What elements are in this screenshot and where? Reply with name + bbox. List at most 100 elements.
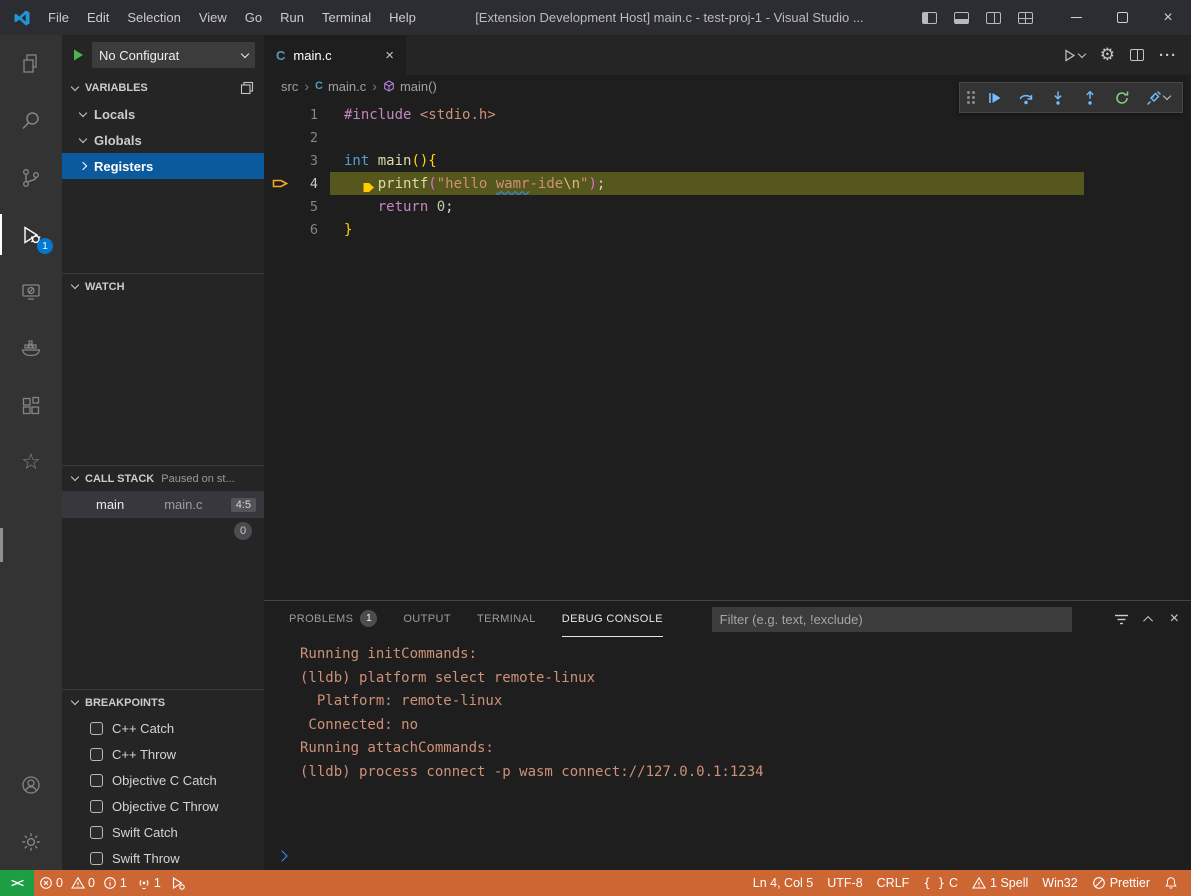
debug-config-dropdown[interactable]: No Configurat <box>92 42 255 68</box>
remote-explorer-icon[interactable] <box>0 263 62 320</box>
continue-button[interactable] <box>981 85 1007 111</box>
breakpoint-item[interactable]: Swift Throw <box>62 845 264 870</box>
circle-slash-icon <box>1092 876 1106 890</box>
tab-problems[interactable]: PROBLEMS 1 <box>289 601 377 637</box>
run-and-debug-icon[interactable]: 1 <box>0 206 62 263</box>
tab-terminal[interactable]: TERMINAL <box>477 601 536 637</box>
breakpoint-checkbox[interactable] <box>90 748 103 761</box>
menu-go[interactable]: Go <box>236 0 271 35</box>
code-editor[interactable]: 1#include <stdio.h>23int main(){4 printf… <box>264 97 1191 600</box>
spell-checker-status[interactable]: 1 Spell <box>965 870 1035 896</box>
menu-bar: FileEditSelectionViewGoRunTerminalHelp <box>39 0 425 35</box>
debug-status[interactable] <box>166 870 190 896</box>
inline-breakpoint-icon[interactable] <box>362 181 375 194</box>
favorites-star-icon[interactable]: ☆ <box>0 434 62 491</box>
filter-lines-icon[interactable] <box>1114 613 1129 626</box>
source-control-icon[interactable] <box>0 149 62 206</box>
variables-scope-registers[interactable]: Registers <box>62 153 264 179</box>
tab-output[interactable]: OUTPUT <box>403 601 451 637</box>
accounts-icon[interactable] <box>0 756 62 813</box>
debug-console-input[interactable] <box>264 842 1191 870</box>
notifications-bell-icon[interactable] <box>1157 870 1185 896</box>
console-line: (lldb) platform select remote-linux <box>300 667 1191 691</box>
editor-gear-icon[interactable]: ⚙ <box>1100 47 1115 64</box>
variables-scope-globals[interactable]: Globals <box>62 127 264 153</box>
breakpoint-item[interactable]: Swift Catch <box>62 819 264 845</box>
breakpoint-item[interactable]: Objective C Catch <box>62 767 264 793</box>
line-content: printf("hello wamr-ide\n"); <box>318 176 605 192</box>
explorer-icon[interactable] <box>0 35 62 92</box>
line-number: 3 <box>296 153 318 169</box>
stack-frame-row[interactable]: main main.c 4:5 <box>62 491 264 518</box>
call-stack-section-header[interactable]: CALL STACK Paused on st... <box>62 465 264 491</box>
close-button[interactable]: × <box>1145 0 1191 35</box>
status-bar: >< 0 0 1 1 Ln 4, Col 5 UTF-8 CRLF { } C … <box>0 870 1191 896</box>
collapse-all-icon[interactable] <box>240 81 254 95</box>
variables-scope-locals[interactable]: Locals <box>62 101 264 127</box>
platform-indicator[interactable]: Win32 <box>1035 870 1084 896</box>
maximize-button[interactable] <box>1099 0 1145 35</box>
activity-bar-scrollbar[interactable] <box>0 528 3 562</box>
breakpoint-checkbox[interactable] <box>90 774 103 787</box>
remote-indicator[interactable]: >< <box>0 870 34 896</box>
tab-main-c[interactable]: C main.c × <box>264 35 406 75</box>
breadcrumb-src[interactable]: src <box>281 79 298 94</box>
start-debug-icon[interactable] <box>71 48 85 62</box>
minimize-button[interactable] <box>1053 0 1099 35</box>
breakpoint-item[interactable]: C++ Throw <box>62 741 264 767</box>
watch-section-header[interactable]: WATCH <box>62 273 264 299</box>
console-line: (lldb) process connect -p wasm connect:/… <box>300 761 1191 785</box>
toggle-sidebar-icon[interactable] <box>922 12 937 24</box>
current-frame-pointer-icon[interactable] <box>264 177 296 190</box>
variables-section-header[interactable]: VARIABLES <box>62 75 264 101</box>
toggle-secondary-sidebar-icon[interactable] <box>986 12 1001 24</box>
breadcrumb-main-c[interactable]: C main.c <box>315 79 366 94</box>
eol-indicator[interactable]: CRLF <box>870 870 917 896</box>
console-filter-input[interactable] <box>712 607 1072 632</box>
breakpoints-section-header[interactable]: BREAKPOINTS <box>62 689 264 715</box>
close-panel-icon[interactable]: × <box>1170 610 1179 628</box>
breakpoint-item[interactable]: Objective C Throw <box>62 793 264 819</box>
breakpoint-checkbox[interactable] <box>90 852 103 865</box>
customize-layout-icon[interactable] <box>1018 12 1033 24</box>
extensions-icon[interactable] <box>0 377 62 434</box>
breakpoint-label: C++ Catch <box>112 721 174 736</box>
menu-help[interactable]: Help <box>380 0 425 35</box>
language-mode[interactable]: { } C <box>916 870 965 896</box>
tab-debug-console[interactable]: DEBUG CONSOLE <box>562 601 663 637</box>
forwarded-ports-status[interactable]: 1 <box>132 870 166 896</box>
menu-selection[interactable]: Selection <box>118 0 189 35</box>
restart-button[interactable] <box>1109 85 1135 111</box>
toggle-panel-icon[interactable] <box>954 12 969 24</box>
menu-terminal[interactable]: Terminal <box>313 0 380 35</box>
disconnect-button[interactable] <box>1141 85 1175 111</box>
step-over-button[interactable] <box>1013 85 1039 111</box>
more-actions-icon[interactable]: ··· <box>1159 47 1177 64</box>
code-line-6: 6} <box>264 218 1191 241</box>
step-out-button[interactable] <box>1077 85 1103 111</box>
maximize-panel-icon[interactable] <box>1143 615 1153 625</box>
menu-view[interactable]: View <box>190 0 236 35</box>
menu-file[interactable]: File <box>39 0 78 35</box>
breakpoint-item[interactable]: C++ Catch <box>62 715 264 741</box>
split-editor-icon[interactable] <box>1130 49 1144 61</box>
breakpoint-checkbox[interactable] <box>90 800 103 813</box>
docker-icon[interactable] <box>0 320 62 377</box>
step-into-button[interactable] <box>1045 85 1071 111</box>
search-icon[interactable] <box>0 92 62 149</box>
breakpoint-label: C++ Throw <box>112 747 176 762</box>
encoding-indicator[interactable]: UTF-8 <box>820 870 869 896</box>
settings-gear-icon[interactable] <box>0 813 62 870</box>
menu-run[interactable]: Run <box>271 0 313 35</box>
menu-edit[interactable]: Edit <box>78 0 118 35</box>
tab-close-icon[interactable]: × <box>385 47 394 64</box>
run-file-dropdown-icon[interactable] <box>1063 49 1085 62</box>
drag-grip-icon[interactable] <box>967 91 975 104</box>
formatter-status[interactable]: Prettier <box>1085 870 1157 896</box>
cursor-position[interactable]: Ln 4, Col 5 <box>746 870 820 896</box>
line-content: #include <stdio.h> <box>318 107 496 123</box>
problems-status[interactable]: 0 0 1 <box>34 870 132 896</box>
breakpoint-checkbox[interactable] <box>90 826 103 839</box>
breadcrumb-main-fn[interactable]: main() <box>383 79 437 94</box>
breakpoint-checkbox[interactable] <box>90 722 103 735</box>
